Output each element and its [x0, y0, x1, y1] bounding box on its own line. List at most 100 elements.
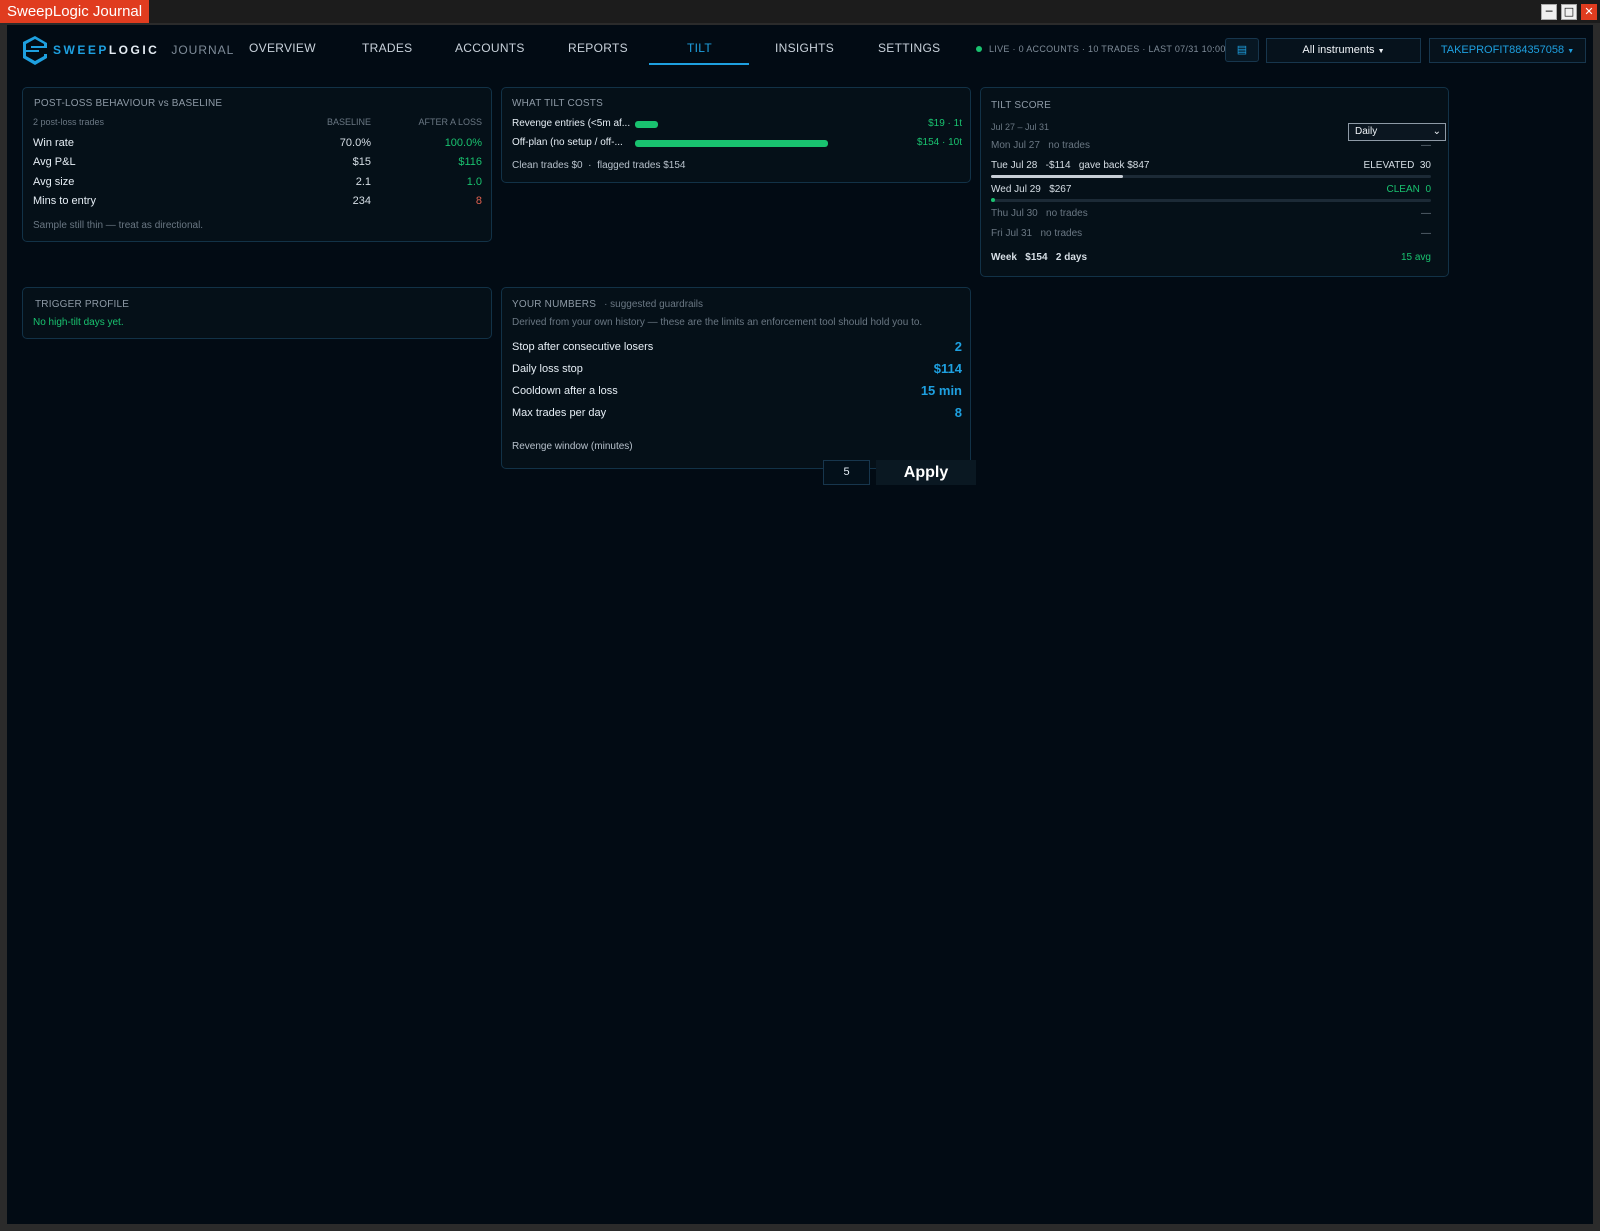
day-date: Mon Jul 27: [991, 140, 1040, 151]
tab-overview[interactable]: OVERVIEW: [249, 41, 316, 55]
status-text: LIVE · 0 ACCOUNTS · 10 TRADES · LAST 07/…: [989, 44, 1226, 54]
card-footnote: Sample still thin — treat as directional…: [33, 220, 204, 231]
metric-after-loss: $116: [458, 156, 482, 168]
day-status: —: [1421, 140, 1431, 151]
guardrail-value: $114: [933, 361, 962, 376]
tab-trades[interactable]: TRADES: [362, 41, 412, 55]
tilt-score-fill: [991, 175, 1123, 178]
card-title: TRIGGER PROFILE: [35, 299, 130, 310]
guardrail-value: 2: [954, 339, 962, 354]
top-nav: SWEEPLOGIC JOURNAL OVERVIEW TRADES ACCOU…: [7, 25, 1593, 70]
day-status: ELEVATED 30: [1311, 160, 1431, 171]
guardrail-label: Cooldown after a loss: [512, 385, 618, 397]
cost-count: 10t: [948, 137, 962, 148]
cost-amount: $19: [928, 118, 945, 129]
metric-baseline: $15: [352, 156, 371, 168]
column-header-baseline: BASELINE: [326, 117, 371, 127]
day-date: Fri Jul 31: [991, 228, 1033, 239]
logo[interactable]: SWEEPLOGIC JOURNAL: [21, 35, 234, 65]
app-window: SWEEPLOGIC JOURNAL OVERVIEW TRADES ACCOU…: [7, 25, 1593, 1224]
period-select[interactable]: Daily ⌄: [1348, 123, 1446, 141]
day-note: no trades: [1040, 228, 1083, 239]
card-description: Derived from your own history — these ar…: [512, 317, 923, 328]
guardrail-value: 15 min: [920, 383, 962, 398]
column-header-after-loss: AFTER A LOSS: [418, 117, 482, 127]
clean-trades-total: Clean trades $0: [512, 160, 583, 171]
trigger-profile-card: TRIGGER PROFILE No high-tilt days yet.: [22, 287, 492, 339]
tab-tilt[interactable]: TILT: [687, 41, 712, 55]
day-date: Tue Jul 28: [991, 160, 1038, 171]
card-title: TILT SCORE: [991, 100, 1051, 111]
card-title-text: YOUR NUMBERS: [512, 299, 597, 310]
guardrail-label: Stop after consecutive losers: [512, 341, 654, 353]
guardrail-value: 8: [954, 405, 962, 420]
chevron-down-icon: ⌄: [1432, 126, 1441, 137]
day-note: no trades: [1048, 140, 1090, 151]
live-status-dot-icon: [976, 46, 982, 52]
date-range: Jul 27 – Jul 31: [991, 122, 1050, 132]
metric-baseline: 234: [352, 195, 371, 207]
instrument-filter-value: All instruments: [1302, 44, 1375, 56]
day-row: Mon Jul 27 no trades: [991, 140, 1090, 151]
instrument-filter-dropdown[interactable]: All instruments ▼: [1266, 38, 1421, 63]
connection-status: LIVE · 0 ACCOUNTS · 10 TRADES · LAST 07/…: [976, 44, 1226, 54]
metric-baseline: 70.0%: [339, 137, 371, 149]
trigger-profile-message: No high-tilt days yet.: [33, 317, 124, 328]
account-dropdown[interactable]: TAKEPROFIT884357058 ▼: [1429, 38, 1586, 63]
close-button[interactable]: ✕: [1581, 4, 1597, 20]
day-pnl: $267: [1049, 184, 1072, 195]
week-days: 2 days: [1055, 252, 1088, 263]
tilt-score-marker: [991, 198, 995, 202]
metric-label: Avg size: [33, 176, 75, 188]
day-pnl: -$114: [1045, 160, 1071, 171]
card-subtitle: · suggested guardrails: [604, 299, 704, 310]
week-pnl: $154: [1025, 252, 1048, 263]
week-avg-score: 15 avg: [1400, 252, 1431, 263]
day-row: Wed Jul 29 $267: [991, 184, 1071, 195]
week-label: Week: [991, 252, 1017, 263]
tab-settings[interactable]: SETTINGS: [878, 41, 940, 55]
revenge-window-input[interactable]: 5: [823, 460, 870, 485]
minimize-button[interactable]: ─: [1541, 4, 1557, 20]
tab-reports[interactable]: REPORTS: [568, 41, 628, 55]
day-date: Thu Jul 30: [991, 208, 1038, 219]
day-date: Wed Jul 29: [991, 184, 1041, 195]
window-titlebar: SweepLogic Journal ─ □ ✕: [0, 0, 1600, 23]
maximize-button[interactable]: □: [1561, 4, 1577, 20]
status-label: ELEVATED: [1363, 160, 1415, 171]
tilt-score-track: [991, 199, 1431, 202]
cost-bar: [635, 121, 658, 128]
week-summary: Week $154 2 days: [991, 252, 1087, 263]
card-title: POST-LOSS BEHAVIOUR vs BASELINE: [34, 98, 223, 109]
guardrail-label: Max trades per day: [512, 407, 607, 419]
active-tab-indicator: [649, 63, 749, 65]
tilt-score-card: TILT SCORE Jul 27 – Jul 31 Mon Jul 27 no…: [980, 87, 1449, 277]
day-note: no trades: [1046, 208, 1088, 219]
day-row: Fri Jul 31 no trades: [991, 228, 1082, 239]
day-status: —: [1421, 228, 1431, 239]
metric-baseline: 2.1: [355, 176, 371, 188]
brand-name-part1: SWEEP: [53, 43, 109, 57]
account-value: TAKEPROFIT884357058: [1440, 44, 1565, 56]
tilt-score-value: 30: [1419, 160, 1431, 171]
metric-label: Win rate: [33, 137, 74, 149]
brand-name-part2: LOGIC: [108, 43, 160, 57]
day-row: Tue Jul 28 -$114 gave back $847: [991, 160, 1149, 171]
tab-insights[interactable]: INSIGHTS: [775, 41, 834, 55]
flagged-trades-total: flagged trades $154: [597, 160, 686, 171]
tab-accounts[interactable]: ACCOUNTS: [455, 41, 525, 55]
cost-value: $154 · 10t: [916, 137, 962, 148]
revenge-window-label: Revenge window (minutes): [512, 441, 633, 452]
apply-button[interactable]: Apply: [876, 460, 976, 485]
metric-label: Mins to entry: [33, 195, 96, 207]
cost-label: Off-plan (no setup / off-...: [512, 137, 623, 148]
brand-sub: JOURNAL: [171, 43, 235, 57]
your-numbers-card: YOUR NUMBERS · suggested guardrails Deriv…: [501, 287, 971, 469]
caret-down-icon: ▼: [1377, 48, 1385, 55]
calendar-icon[interactable]: ▤: [1225, 38, 1259, 62]
window-title: SweepLogic Journal: [0, 0, 150, 23]
status-label: CLEAN: [1386, 184, 1420, 195]
cost-label: Revenge entries (<5m af...: [512, 118, 631, 129]
period-select-value: Daily: [1355, 126, 1378, 137]
day-status: CLEAN 0: [1311, 184, 1431, 195]
